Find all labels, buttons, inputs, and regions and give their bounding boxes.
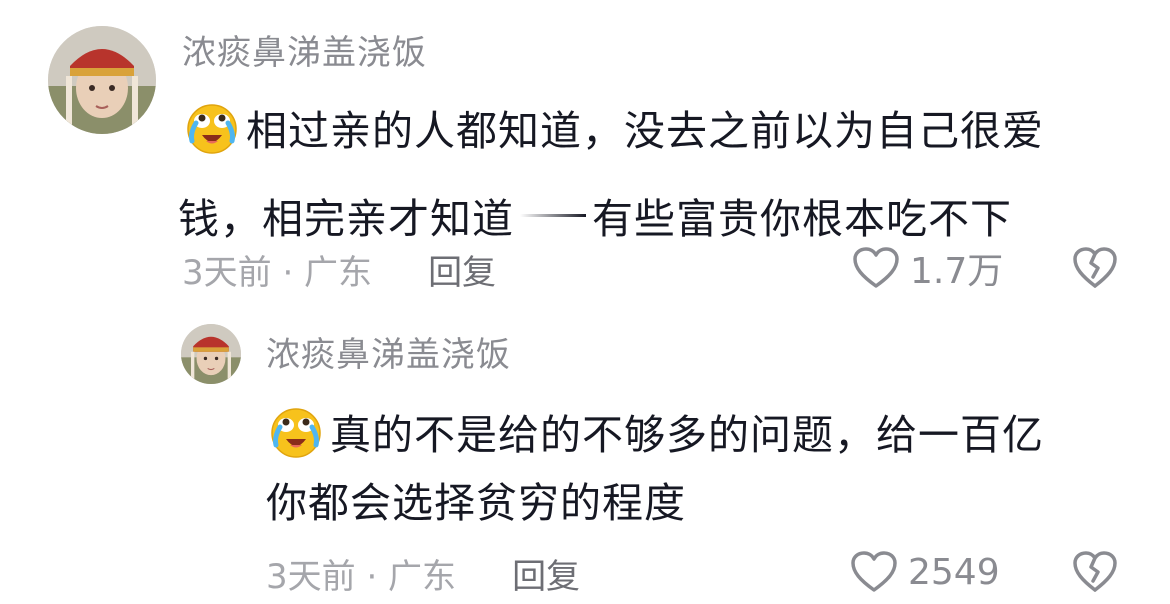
reply-button[interactable]: 回复 [512, 549, 580, 598]
like-count: 2549 [908, 551, 1000, 593]
reply-comment-item: 浓痰鼻涕盖浇饭 真的不是给的不够多的问题，给一百亿 你都会选择贫穷的程度 3天前… [0, 300, 1170, 604]
avatar[interactable] [48, 26, 156, 134]
dislike-button[interactable] [1072, 550, 1118, 594]
broken-heart-icon [1073, 551, 1117, 592]
dash-divider [520, 213, 586, 217]
comment-text: 真的不是给的不够多的问题，给一百亿 你都会选择贫穷的程度 [266, 402, 1044, 528]
comment-line: 你都会选择贫穷的程度 [266, 479, 686, 527]
username[interactable]: 浓痰鼻涕盖浇饭 [266, 332, 511, 378]
like-button[interactable]: 1.7万 [852, 244, 1003, 292]
comment-line: 真的不是给的不够多的问题，给一百亿 [330, 411, 1044, 459]
dislike-button[interactable] [1072, 246, 1118, 290]
heart-icon [850, 550, 898, 594]
broken-heart-icon [1073, 247, 1117, 288]
heart-icon [852, 246, 900, 290]
laughing-crying-emoji-icon [268, 403, 324, 459]
username[interactable]: 浓痰鼻涕盖浇饭 [182, 30, 427, 76]
time-location: 3天前 · 广东 [266, 556, 457, 597]
comment-text: 相过亲的人都知道，没去之前以为自己很爱 钱，相完亲才知道 有些富贵你根本吃不下 [178, 98, 1044, 244]
comment-line: 相过亲的人都知道，没去之前以为自己很爱 [246, 107, 1044, 155]
reply-button[interactable]: 回复 [428, 245, 496, 294]
comment-line: 有些富贵你根本吃不下 [592, 195, 1012, 243]
avatar-tang-monk-icon [181, 324, 241, 384]
comment-meta: 3天前 · 广东 回复 [182, 245, 496, 294]
time-location: 3天前 · 广东 [182, 252, 373, 293]
like-button[interactable]: 2549 [850, 548, 1000, 596]
comment-meta: 3天前 · 广东 回复 [266, 549, 580, 598]
comment-line: 钱，相完亲才知道 [178, 195, 514, 243]
like-count: 1.7万 [910, 251, 1004, 292]
avatar-tang-monk-icon [48, 26, 156, 134]
comment-item: 浓痰鼻涕盖浇饭 相过亲的人都知道，没去之前以为自己很爱 钱，相完亲才知道 有些富… [0, 0, 1170, 300]
laughing-crying-emoji-icon [184, 99, 240, 155]
avatar[interactable] [181, 324, 241, 384]
